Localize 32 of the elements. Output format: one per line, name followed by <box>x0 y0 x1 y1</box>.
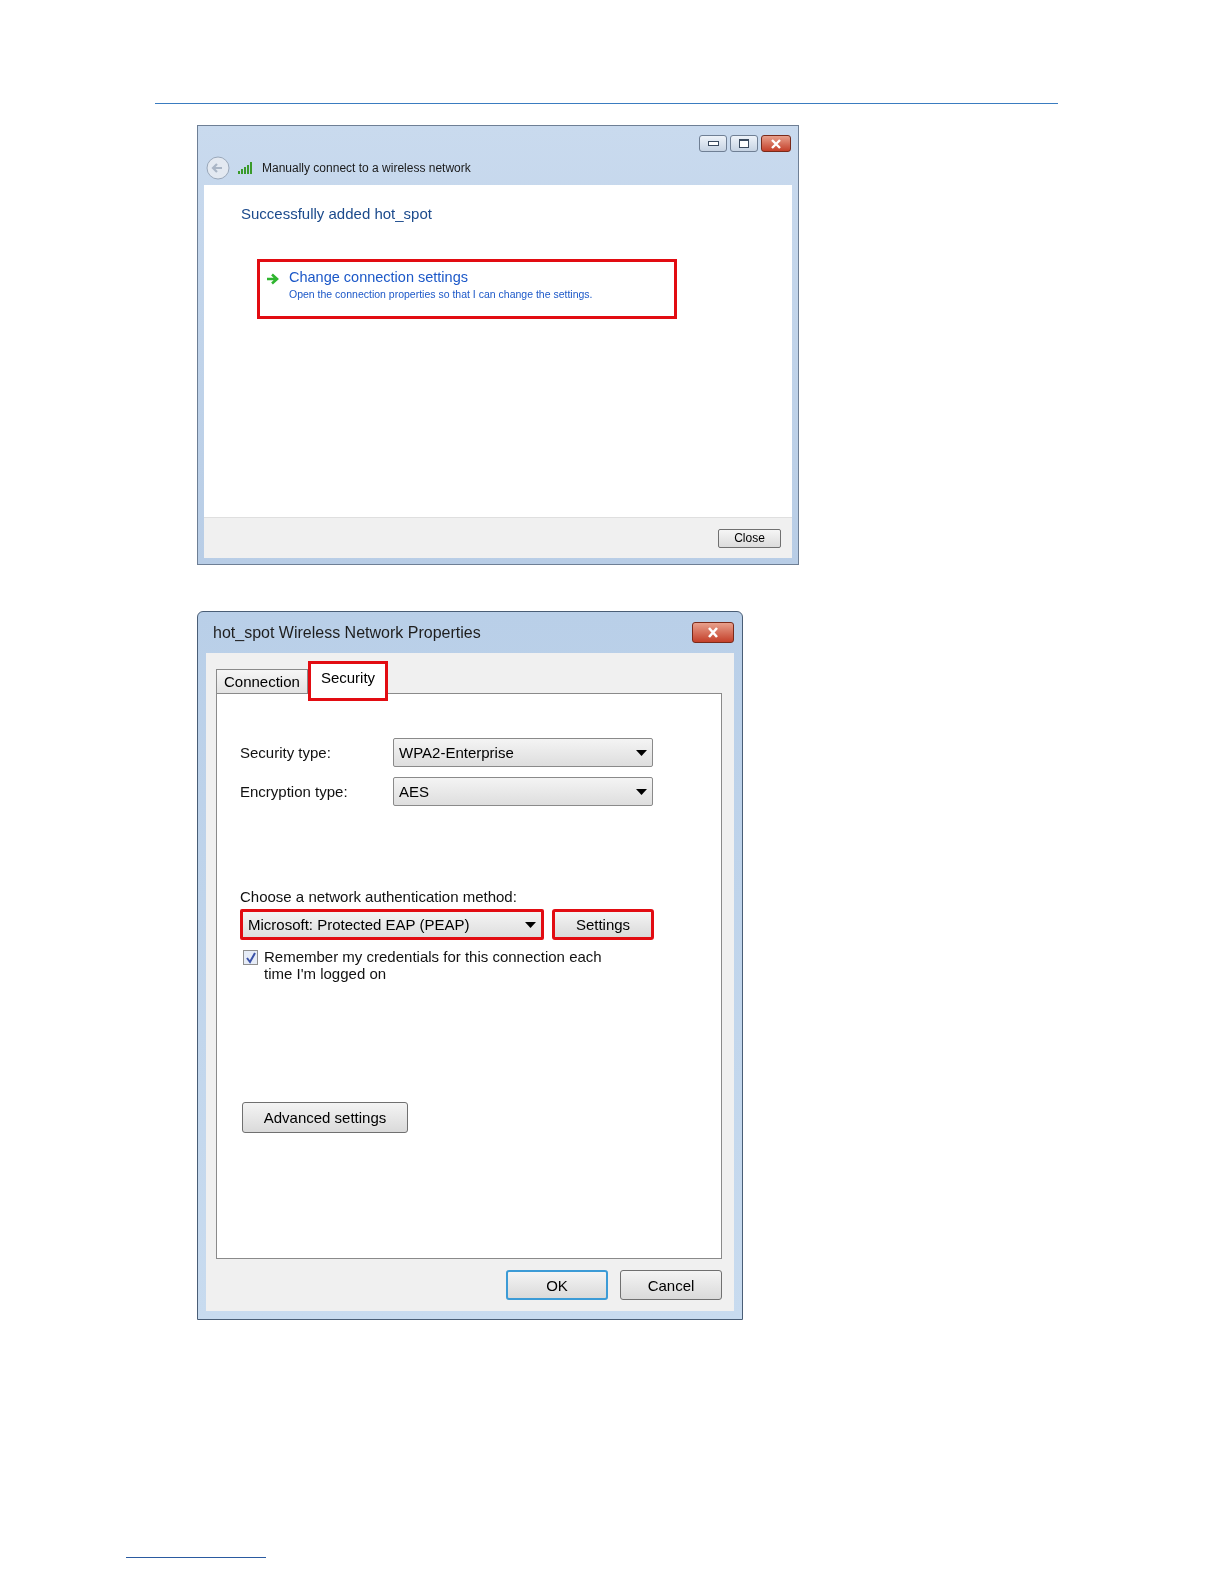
dialog-button[interactable]: OK <box>506 1270 608 1300</box>
close-button[interactable] <box>692 622 734 643</box>
field-label: Choose a network authentication method: <box>240 888 517 905</box>
field-label: Security type: <box>240 744 332 761</box>
signal-bars-icon <box>238 162 254 174</box>
close-icon <box>769 138 783 149</box>
heading: Successfully added hot_spot <box>241 205 433 222</box>
dialog-button[interactable]: Cancel <box>620 1270 722 1300</box>
maximize-button[interactable] <box>730 135 758 152</box>
close-icon <box>705 627 721 638</box>
caret-icon <box>636 749 647 756</box>
checkbox[interactable] <box>243 950 258 965</box>
arrow-icon <box>266 273 280 285</box>
window-title: Manually connect to a wireless network <box>262 161 471 175</box>
close-dialog-button[interactable]: Close <box>718 528 781 548</box>
option-description: Open the connection properties so that I can change the settings. <box>289 288 593 300</box>
dropdown[interactable]: WPA2-Enterprise <box>393 738 653 767</box>
dropdown[interactable]: Microsoft: Protected EAP (PEAP) <box>240 909 544 940</box>
option-title: Change connection settings <box>289 269 468 285</box>
tab[interactable]: Connection <box>216 669 308 693</box>
settings-button[interactable]: Settings <box>552 909 654 940</box>
close-button[interactable] <box>761 135 791 152</box>
dropdown[interactable]: AES <box>393 777 653 806</box>
change-settings-option[interactable]: Change connection settings Open the connection properties so that I can change the settings. <box>257 259 677 319</box>
checkbox-label: Remember my credentials for this connection each time I'm logged on <box>264 948 603 982</box>
caret-icon <box>636 788 647 795</box>
minimize-button[interactable] <box>699 135 727 152</box>
tab[interactable]: Security <box>307 661 389 701</box>
window-title: hot_spot Wireless Network Properties <box>213 623 481 642</box>
caret-icon <box>525 921 536 928</box>
advanced-settings-button[interactable]: Advanced settings <box>242 1102 408 1133</box>
field-label: Encryption type: <box>240 783 349 800</box>
